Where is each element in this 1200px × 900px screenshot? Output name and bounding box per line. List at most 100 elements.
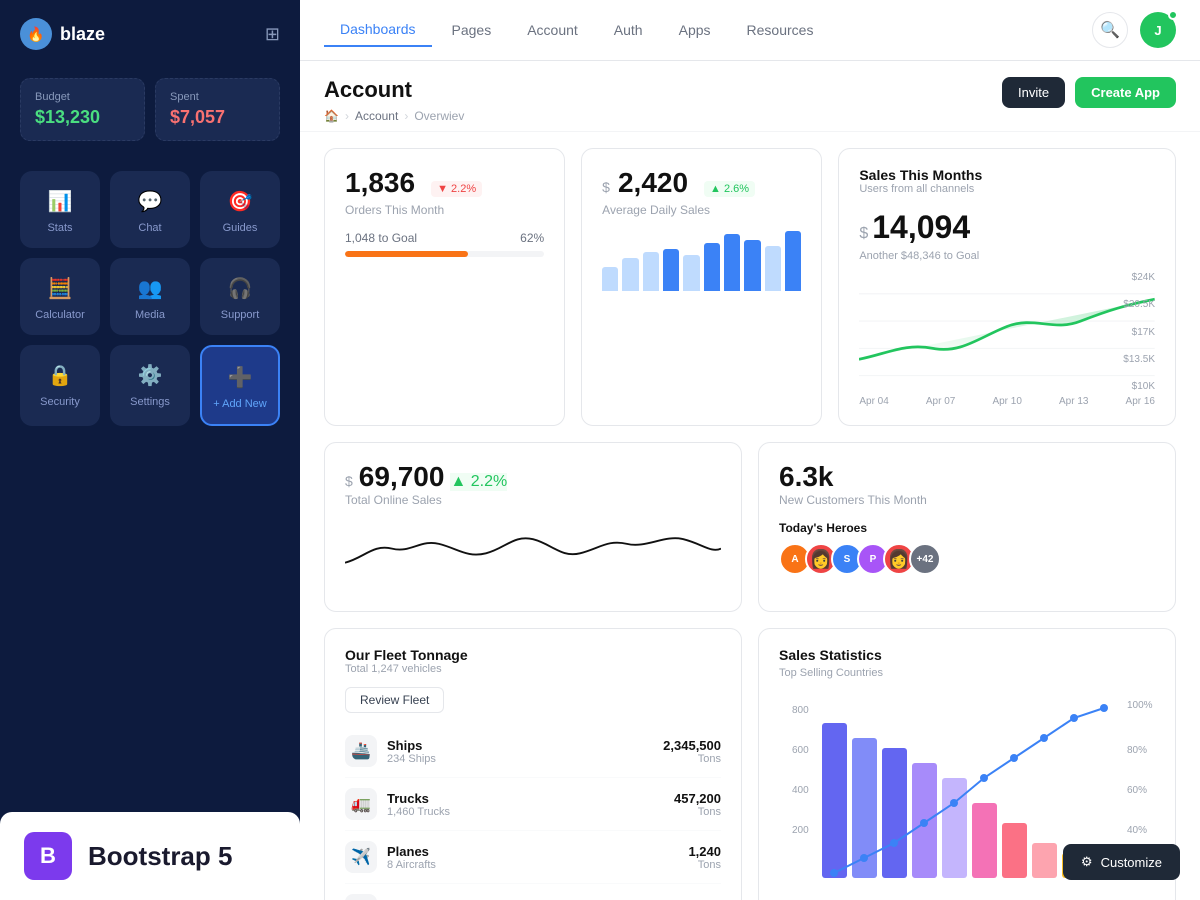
hero-avatar-more: +42 [909, 543, 941, 575]
bottom-row: Our Fleet Tonnage Total 1,247 vehicles R… [324, 628, 1176, 900]
sidebar-item-stats[interactable]: 📊 Stats [20, 171, 100, 248]
progress-pct: 62% [520, 231, 544, 245]
budget-label: Budget [35, 91, 130, 103]
ships-sub: 234 Ships [387, 753, 436, 765]
progress-bar-fill [345, 251, 468, 257]
support-label: Support [221, 309, 260, 321]
svg-text:600: 600 [792, 745, 809, 756]
tab-account[interactable]: Account [511, 13, 594, 47]
stats-icon: 📊 [48, 189, 73, 214]
review-fleet-button[interactable]: Review Fleet [345, 687, 444, 713]
sales-line-chart: $24K $20.5K $17K $13.5K $10K [859, 272, 1155, 392]
page-header-row: Account 🏠 › Account › Overwiev Invite Cr… [324, 77, 1176, 123]
sales-goal-text: Another $48,346 to Goal [859, 250, 1155, 262]
stats-row: 1,836 ▼ 2.2% Orders This Month 1,048 to … [324, 148, 1176, 426]
orders-number: 1,836 [345, 167, 415, 199]
bar-5 [683, 255, 699, 291]
ships-unit: Tons [663, 753, 721, 765]
sales-stats-subtitle: Top Selling Countries [779, 667, 1155, 679]
sidebar-menu-icon[interactable]: ⊞ [265, 24, 280, 45]
breadcrumb-home-icon[interactable]: 🏠 [324, 109, 339, 123]
trucks-value: 457,200 [674, 791, 721, 806]
tab-auth[interactable]: Auth [598, 13, 659, 47]
calculator-icon: 🧮 [48, 276, 73, 301]
planes-name: Planes [387, 844, 436, 859]
orders-progress: 1,048 to Goal 62% [345, 231, 544, 257]
progress-bar-bg [345, 251, 544, 257]
bar-8 [744, 240, 760, 291]
sales-month-title: Sales This Months [859, 167, 1155, 183]
security-label: Security [40, 396, 80, 408]
chat-label: Chat [138, 222, 161, 234]
sales-month-subtitle: Users from all channels [859, 183, 1155, 195]
search-button[interactable]: 🔍 [1092, 12, 1128, 48]
svg-text:800: 800 [792, 705, 809, 716]
add-label: + Add New [213, 398, 267, 410]
daily-sales-card: $ 2,420 ▲ 2.6% Average Daily Sales [581, 148, 822, 426]
page-title: Account [324, 77, 464, 103]
breadcrumb: 🏠 › Account › Overwiev [324, 109, 464, 123]
main-content: Dashboards Pages Account Auth Apps Resou… [300, 0, 1200, 900]
sidebar-item-chat[interactable]: 💬 Chat [110, 171, 190, 248]
dollar-prefix: $ [602, 179, 610, 195]
sidebar: 🔥 blaze ⊞ Budget $13,230 Spent $7,057 📊 … [0, 0, 300, 900]
wave-chart [345, 523, 721, 593]
page-actions: Invite Create App [1002, 77, 1176, 108]
bar-10 [785, 231, 801, 291]
daily-sales-label: Average Daily Sales [602, 203, 801, 217]
planes-sub: 8 Aircrafts [387, 859, 436, 871]
budget-card: Budget $13,230 [20, 78, 145, 141]
orders-card: 1,836 ▼ 2.2% Orders This Month 1,048 to … [324, 148, 565, 426]
bar-3 [643, 252, 659, 291]
security-icon: 🔒 [48, 363, 73, 388]
avatar-online-badge [1168, 10, 1178, 20]
svg-text:60%: 60% [1127, 785, 1147, 796]
tab-apps[interactable]: Apps [663, 13, 727, 47]
customize-label: Customize [1101, 855, 1162, 870]
daily-sales-change: ▲ 2.6% [704, 181, 755, 197]
bar-9 [765, 246, 781, 291]
avatar-button[interactable]: J [1140, 12, 1176, 48]
tab-pages[interactable]: Pages [436, 13, 508, 47]
top-nav: Dashboards Pages Account Auth Apps Resou… [300, 0, 1200, 61]
logo-area: 🔥 blaze [20, 18, 105, 50]
add-icon: ➕ [228, 365, 253, 390]
total-sales-change: ▲ 2.2% [450, 473, 507, 491]
sidebar-item-settings[interactable]: ⚙️ Settings [110, 345, 190, 426]
calculator-label: Calculator [35, 309, 85, 321]
media-icon: 👥 [138, 276, 163, 301]
svg-text:400: 400 [792, 785, 809, 796]
svg-text:100%: 100% [1127, 700, 1153, 711]
tab-resources[interactable]: Resources [731, 13, 830, 47]
customers-label: New Customers This Month [779, 493, 1155, 507]
guides-icon: 🎯 [228, 189, 253, 214]
budget-value: $13,230 [35, 107, 130, 128]
budget-cards: Budget $13,230 Spent $7,057 [0, 68, 300, 161]
sidebar-item-calculator[interactable]: 🧮 Calculator [20, 258, 100, 335]
total-sales-card: $ 69,700 ▲ 2.2% Total Online Sales [324, 442, 742, 612]
customize-button[interactable]: ⚙ Customize [1063, 844, 1180, 880]
spent-value: $7,057 [170, 107, 265, 128]
sidebar-item-media[interactable]: 👥 Media [110, 258, 190, 335]
sidebar-item-add-new[interactable]: ➕ + Add New [200, 345, 280, 426]
daily-sales-number: 2,420 [618, 167, 688, 199]
sales-stats-title: Sales Statistics [779, 647, 1155, 663]
invite-button[interactable]: Invite [1002, 77, 1065, 108]
fleet-item-trucks: 🚛 Trucks 1,460 Trucks 457,200 Tons [345, 778, 721, 831]
spent-card: Spent $7,057 [155, 78, 280, 141]
ships-value: 2,345,500 [663, 738, 721, 753]
row2: $ 69,700 ▲ 2.2% Total Online Sales 6.3k … [324, 442, 1176, 612]
tab-dashboards[interactable]: Dashboards [324, 13, 432, 47]
sidebar-item-security[interactable]: 🔒 Security [20, 345, 100, 426]
planes-value: 1,240 [688, 844, 721, 859]
top-nav-right: 🔍 J [1092, 12, 1176, 48]
ships-name: Ships [387, 738, 436, 753]
heroes-section: Today's Heroes A 👩 S P 👩 +42 [779, 521, 1155, 575]
create-app-button[interactable]: Create App [1075, 77, 1176, 108]
sidebar-item-guides[interactable]: 🎯 Guides [200, 171, 280, 248]
dashboard-content: 1,836 ▼ 2.2% Orders This Month 1,048 to … [300, 132, 1200, 900]
breadcrumb-account[interactable]: Account [355, 109, 398, 123]
sidebar-item-support[interactable]: 🎧 Support [200, 258, 280, 335]
fleet-subtitle: Total 1,247 vehicles [345, 663, 721, 675]
page-header-left: Account 🏠 › Account › Overwiev [324, 77, 464, 123]
